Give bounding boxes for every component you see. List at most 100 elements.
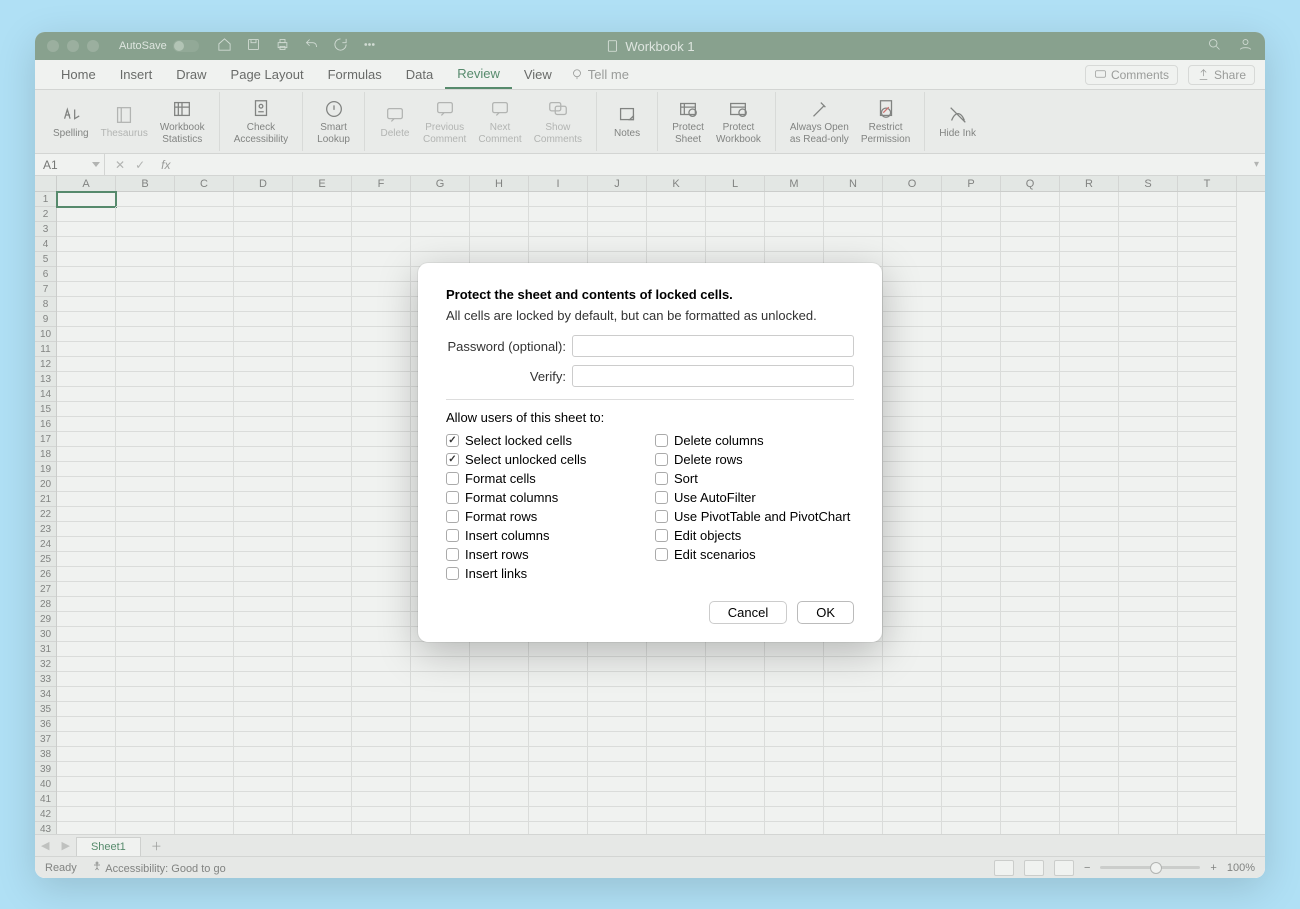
cell[interactable] [57,747,116,762]
cell[interactable] [1060,222,1119,237]
cell[interactable] [234,492,293,507]
cell[interactable] [116,822,175,834]
cell[interactable] [1060,462,1119,477]
cell[interactable] [529,207,588,222]
cell[interactable] [529,762,588,777]
cell[interactable] [1178,462,1237,477]
cell[interactable] [352,522,411,537]
cell[interactable] [175,387,234,402]
cell[interactable] [175,372,234,387]
cell[interactable] [824,792,883,807]
cell[interactable] [706,207,765,222]
cell[interactable] [470,717,529,732]
cell[interactable] [411,642,470,657]
row-header[interactable]: 33 [35,672,56,687]
permission-checkbox[interactable]: Edit scenarios [655,545,854,564]
cell[interactable] [942,747,1001,762]
cell[interactable] [1178,627,1237,642]
cell[interactable] [588,792,647,807]
cell[interactable] [1178,822,1237,834]
cell[interactable] [234,822,293,834]
cell[interactable] [411,777,470,792]
cell[interactable] [175,267,234,282]
cell[interactable] [1119,747,1178,762]
cell[interactable] [1178,432,1237,447]
cell[interactable] [293,807,352,822]
cell[interactable] [1001,342,1060,357]
cell[interactable] [175,567,234,582]
cell[interactable] [116,417,175,432]
cell[interactable] [293,327,352,342]
cell[interactable] [116,222,175,237]
cell[interactable] [765,717,824,732]
cell[interactable] [293,792,352,807]
column-header[interactable]: C [175,176,234,191]
cell[interactable] [1119,522,1178,537]
cell[interactable] [234,612,293,627]
cell[interactable] [234,297,293,312]
cell[interactable] [293,252,352,267]
cell[interactable] [824,822,883,834]
redo-icon[interactable] [333,37,348,55]
cell[interactable] [588,672,647,687]
cell[interactable] [883,747,942,762]
cell[interactable] [352,657,411,672]
cell[interactable] [1001,702,1060,717]
checkbox-icon[interactable] [446,472,459,485]
tell-me-search[interactable]: Tell me [570,67,629,82]
cell[interactable] [706,807,765,822]
cell[interactable] [293,447,352,462]
cell[interactable] [1178,777,1237,792]
cell[interactable] [883,612,942,627]
cell[interactable] [942,702,1001,717]
cell[interactable] [1060,672,1119,687]
cell[interactable] [293,492,352,507]
checkbox-icon[interactable] [446,567,459,580]
cell[interactable] [1178,492,1237,507]
minimize-window-button[interactable] [67,40,79,52]
notes-button[interactable]: Notes [605,102,649,142]
cell[interactable] [1001,267,1060,282]
cell[interactable] [942,207,1001,222]
cell[interactable] [765,792,824,807]
cell[interactable] [824,807,883,822]
spelling-button[interactable]: Spelling [47,102,95,142]
cell[interactable] [883,447,942,462]
cell[interactable] [647,657,706,672]
cell[interactable] [352,282,411,297]
cell[interactable] [293,507,352,522]
cell[interactable] [883,702,942,717]
print-icon[interactable] [275,37,290,55]
cell[interactable] [1001,792,1060,807]
cell[interactable] [647,822,706,834]
cell[interactable] [175,732,234,747]
row-header[interactable]: 36 [35,717,56,732]
cell[interactable] [411,207,470,222]
cell[interactable] [116,357,175,372]
cell[interactable] [1060,252,1119,267]
cell[interactable] [1060,552,1119,567]
cell[interactable] [883,552,942,567]
cell[interactable] [647,642,706,657]
cell[interactable] [529,777,588,792]
permission-checkbox[interactable]: Format columns [446,488,645,507]
cell[interactable] [1178,612,1237,627]
permission-checkbox[interactable]: Edit objects [655,526,854,545]
cell[interactable] [1001,327,1060,342]
hide-ink-button[interactable]: Hide Ink [933,102,982,142]
row-header[interactable]: 26 [35,567,56,582]
column-header[interactable]: H [470,176,529,191]
cell[interactable] [883,507,942,522]
checkbox-icon[interactable] [655,529,668,542]
cell[interactable] [588,822,647,834]
cell[interactable] [116,237,175,252]
cell[interactable] [647,762,706,777]
permission-checkbox[interactable]: Delete rows [655,450,854,469]
permission-checkbox[interactable]: Delete columns [655,431,854,450]
cell[interactable] [57,447,116,462]
cell[interactable] [1060,717,1119,732]
cell[interactable] [529,672,588,687]
cell[interactable] [57,702,116,717]
cell[interactable] [1178,732,1237,747]
cell[interactable] [1178,597,1237,612]
